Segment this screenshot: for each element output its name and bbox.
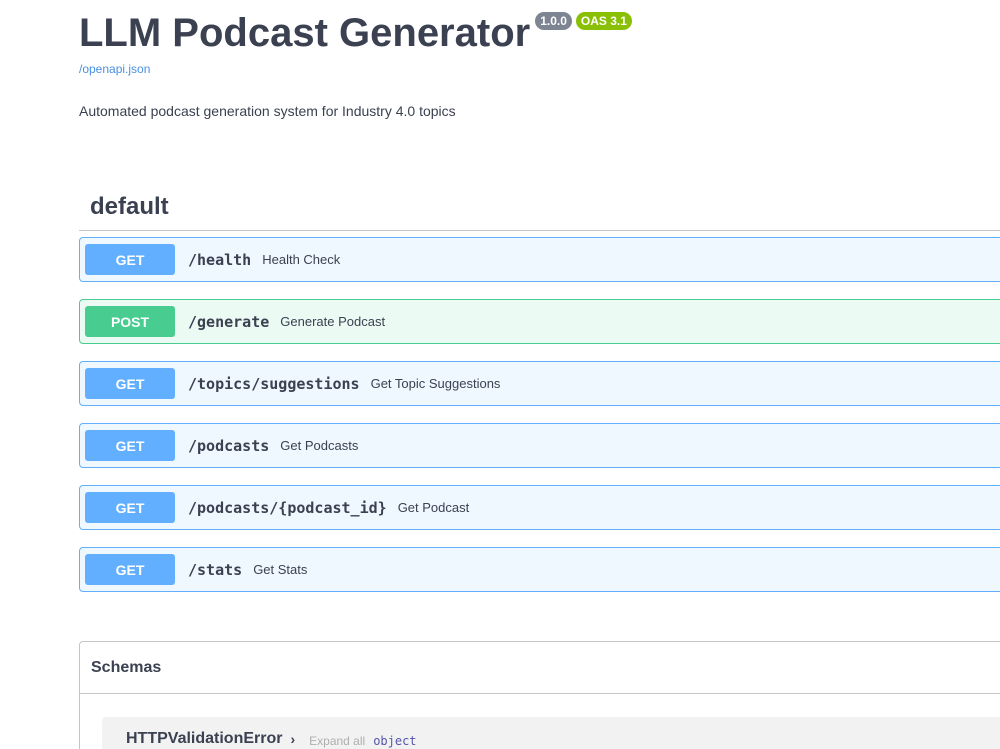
- title-row: LLM Podcast Generator 1.0.0 OAS 3.1: [79, 8, 979, 58]
- model-type: object: [373, 734, 417, 748]
- operation-get-podcast-by-id[interactable]: GET /podcasts/{podcast_id} Get Podcast: [79, 485, 1000, 530]
- http-method-badge: POST: [85, 306, 175, 337]
- model-http-validation-error[interactable]: HTTPValidationError › Expand all object: [102, 717, 1000, 749]
- page-title: LLM Podcast Generator: [79, 11, 531, 55]
- schemas-section: Schemas HTTPValidationError › Expand all…: [79, 641, 1000, 749]
- oas-version-badge: OAS 3.1: [575, 12, 632, 30]
- api-info: LLM Podcast Generator 1.0.0 OAS 3.1 /ope…: [79, 8, 979, 76]
- operation-get-podcasts[interactable]: GET /podcasts Get Podcasts: [79, 423, 1000, 468]
- operation-path: /podcasts: [188, 436, 270, 455]
- operation-summary: Generate Podcast: [280, 314, 386, 329]
- model-name[interactable]: HTTPValidationError: [126, 730, 282, 748]
- expand-all-button[interactable]: Expand all: [309, 734, 365, 748]
- operation-summary: Get Stats: [253, 562, 308, 577]
- operations-list: GET /health Health Check POST /generate …: [79, 237, 1000, 609]
- operation-summary: Get Podcast: [397, 500, 470, 515]
- tag-title: default: [90, 192, 169, 220]
- schemas-title: Schemas: [91, 658, 162, 676]
- http-method-badge: GET: [85, 368, 175, 399]
- operation-summary: Get Podcasts: [280, 438, 359, 453]
- operation-path: /generate: [188, 312, 270, 331]
- version-badges: 1.0.0 OAS 3.1: [535, 12, 632, 30]
- operation-path: /podcasts/{podcast_id}: [188, 498, 387, 517]
- operation-get-stats[interactable]: GET /stats Get Stats: [79, 547, 1000, 592]
- chevron-right-icon[interactable]: ›: [290, 731, 295, 747]
- http-method-badge: GET: [85, 430, 175, 461]
- operation-get-health[interactable]: GET /health Health Check: [79, 237, 1000, 282]
- operation-path: /topics/suggestions: [188, 374, 360, 393]
- openapi-spec-link[interactable]: /openapi.json: [79, 62, 979, 76]
- http-method-badge: GET: [85, 554, 175, 585]
- operation-path: /stats: [188, 560, 243, 579]
- tag-section-header-default[interactable]: default: [79, 183, 1000, 231]
- operation-get-topics-suggestions[interactable]: GET /topics/suggestions Get Topic Sugges…: [79, 361, 1000, 406]
- operation-summary: Get Topic Suggestions: [370, 376, 501, 391]
- version-badge: 1.0.0: [535, 12, 572, 30]
- api-description: Automated podcast generation system for …: [79, 103, 456, 119]
- operation-summary: Health Check: [262, 252, 341, 267]
- http-method-badge: GET: [85, 492, 175, 523]
- http-method-badge: GET: [85, 244, 175, 275]
- operation-path: /health: [188, 250, 252, 269]
- operation-post-generate[interactable]: POST /generate Generate Podcast: [79, 299, 1000, 344]
- schemas-header[interactable]: Schemas: [80, 642, 1000, 694]
- swagger-ui-page: LLM Podcast Generator 1.0.0 OAS 3.1 /ope…: [0, 0, 1000, 749]
